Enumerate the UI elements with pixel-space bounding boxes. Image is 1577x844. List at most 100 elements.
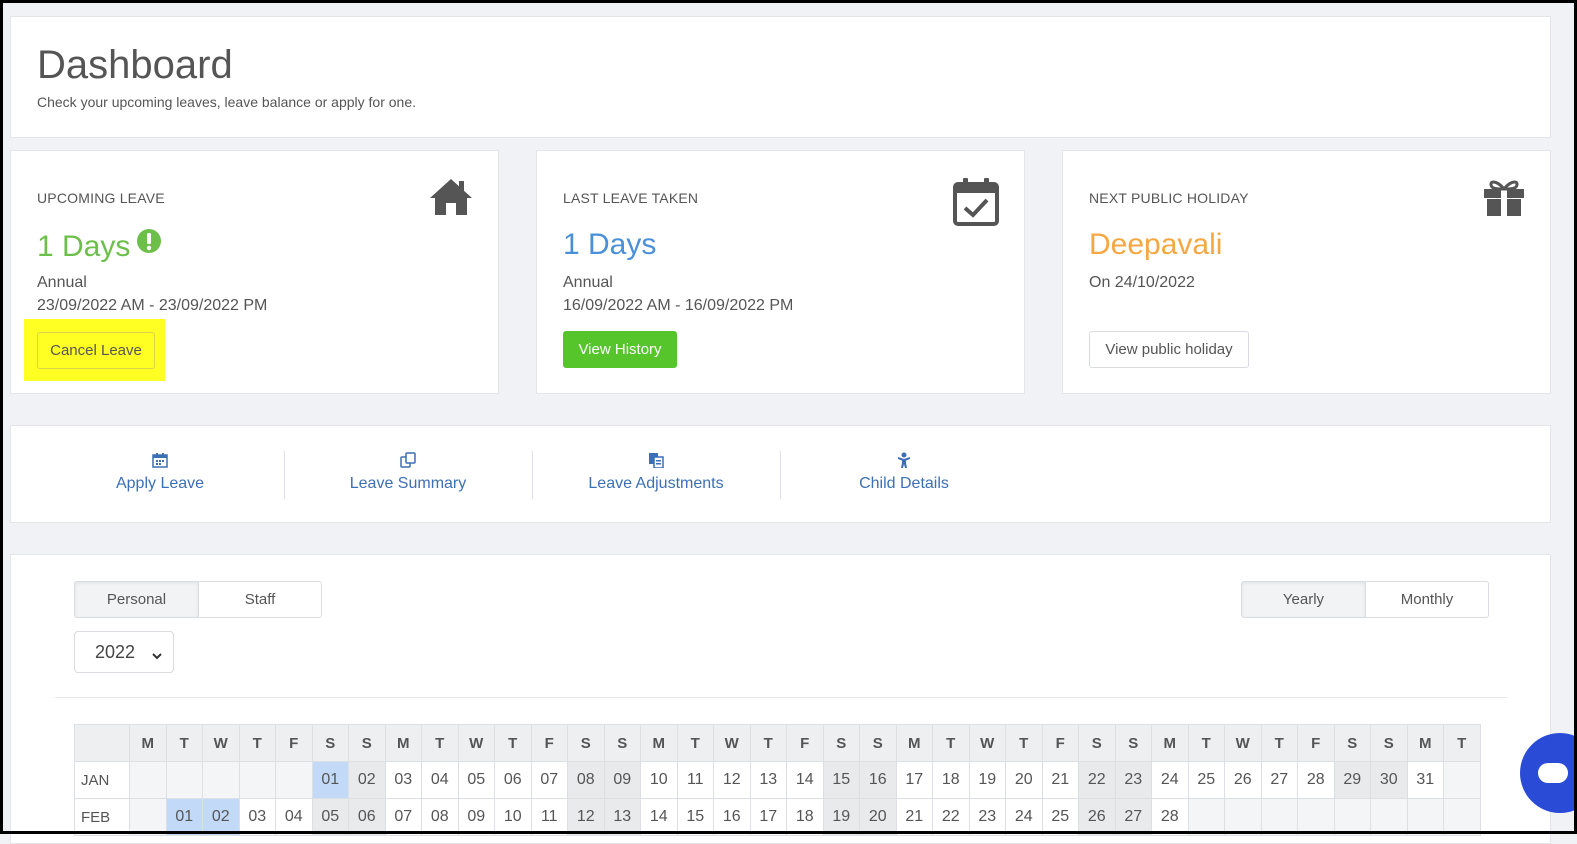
- calendar-day[interactable]: 09: [457, 798, 495, 836]
- calendar-day[interactable]: 15: [822, 761, 860, 799]
- page-header: Dashboard Check your upcoming leaves, le…: [10, 16, 1551, 138]
- calendar-day[interactable]: 09: [603, 761, 641, 799]
- leave-adjustments-link[interactable]: Leave Adjustments: [532, 452, 780, 498]
- calendar-day[interactable]: 01: [311, 761, 349, 799]
- staff-tab[interactable]: Staff: [198, 582, 321, 617]
- calendar-day[interactable]: 26: [1078, 798, 1116, 836]
- calendar-day[interactable]: 04: [275, 798, 313, 836]
- calendar-day[interactable]: 24: [1151, 761, 1189, 799]
- calendar-day[interactable]: 21: [1041, 761, 1079, 799]
- calendar-day[interactable]: 19: [968, 761, 1006, 799]
- calendar-day[interactable]: 20: [859, 798, 897, 836]
- weekday-header: F: [1297, 724, 1335, 762]
- calendar-day[interactable]: 10: [640, 761, 678, 799]
- calendar-day[interactable]: 31: [1406, 761, 1444, 799]
- apply-leave-link[interactable]: Apply Leave: [36, 452, 284, 498]
- yearly-tab[interactable]: Yearly: [1242, 582, 1365, 617]
- calendar-day[interactable]: 07: [384, 798, 422, 836]
- calendar-day[interactable]: 14: [786, 761, 824, 799]
- calendar-day[interactable]: 21: [895, 798, 933, 836]
- calendar-day[interactable]: 05: [457, 761, 495, 799]
- calendar-day[interactable]: 14: [640, 798, 678, 836]
- calendar-day[interactable]: 08: [421, 798, 459, 836]
- calendar-day[interactable]: 11: [530, 798, 568, 836]
- calendar-day[interactable]: 26: [1224, 761, 1262, 799]
- personal-tab[interactable]: Personal: [75, 582, 198, 617]
- calendar-day[interactable]: 25: [1041, 798, 1079, 836]
- weekday-header: S: [311, 724, 349, 762]
- calendar-day[interactable]: 02: [348, 761, 386, 799]
- card-label: LAST LEAVE TAKEN: [563, 190, 699, 206]
- calendar-day[interactable]: 22: [932, 798, 970, 836]
- last-leave-value: 1 Days: [563, 228, 657, 261]
- calendar-corner: [74, 724, 130, 762]
- calendar-day[interactable]: 22: [1078, 761, 1116, 799]
- calendar-day[interactable]: 01: [165, 798, 203, 836]
- calendar-day[interactable]: 27: [1260, 761, 1298, 799]
- calendar-day[interactable]: 23: [968, 798, 1006, 836]
- year-value: 2022: [95, 641, 136, 662]
- calendar-empty-cell: [1260, 798, 1298, 836]
- calendar-day[interactable]: 11: [676, 761, 714, 799]
- calendar-day[interactable]: 10: [494, 798, 532, 836]
- calendar-day[interactable]: 13: [603, 798, 641, 836]
- upcoming-leave-value: 1 Days: [37, 228, 162, 264]
- home-icon: [428, 177, 474, 222]
- weekday-header: W: [457, 724, 495, 762]
- calendar-empty-cell: [1443, 761, 1481, 799]
- calendar-day[interactable]: 18: [786, 798, 824, 836]
- calendar-day[interactable]: 27: [1114, 798, 1152, 836]
- calendar-day[interactable]: 06: [348, 798, 386, 836]
- calendar-day[interactable]: 02: [202, 798, 240, 836]
- leave-type: Annual: [37, 274, 87, 291]
- weekday-header: M: [640, 724, 678, 762]
- calendar-day[interactable]: 06: [494, 761, 532, 799]
- view-history-button[interactable]: View History: [563, 331, 677, 368]
- calendar-day[interactable]: 08: [567, 761, 605, 799]
- period-toggle: Yearly Monthly: [1241, 581, 1489, 618]
- weekday-header: T: [421, 724, 459, 762]
- year-select[interactable]: 2022: [74, 631, 174, 673]
- calendar-day[interactable]: 12: [713, 761, 751, 799]
- calendar-day[interactable]: 30: [1370, 761, 1408, 799]
- child-details-link[interactable]: Child Details: [780, 452, 1028, 498]
- calendar-day[interactable]: 24: [1005, 798, 1043, 836]
- calendar-day[interactable]: 28: [1297, 761, 1335, 799]
- weekday-header: S: [603, 724, 641, 762]
- calendar-day[interactable]: 17: [895, 761, 933, 799]
- calendar-day[interactable]: 03: [238, 798, 276, 836]
- exclamation-circle-icon: [136, 228, 162, 262]
- calendar-day[interactable]: 04: [421, 761, 459, 799]
- calendar-day[interactable]: 13: [749, 761, 787, 799]
- calendar-day[interactable]: 28: [1151, 798, 1189, 836]
- monthly-tab[interactable]: Monthly: [1365, 582, 1488, 617]
- calendar-empty-cell: [1443, 798, 1481, 836]
- calendar-day[interactable]: 29: [1333, 761, 1371, 799]
- weekday-header: T: [165, 724, 203, 762]
- calendar-day[interactable]: 17: [749, 798, 787, 836]
- holiday-date: On 24/10/2022: [1089, 274, 1195, 291]
- calendar-day[interactable]: 23: [1114, 761, 1152, 799]
- calendar-day[interactable]: 20: [1005, 761, 1043, 799]
- page-subtitle: Check your upcoming leaves, leave balanc…: [37, 94, 416, 110]
- gift-icon: [1482, 177, 1526, 222]
- calendar-day[interactable]: 16: [713, 798, 751, 836]
- calendar-day[interactable]: 25: [1187, 761, 1225, 799]
- calendar-day[interactable]: 07: [530, 761, 568, 799]
- calendar-day[interactable]: 15: [676, 798, 714, 836]
- calendar-day[interactable]: 05: [311, 798, 349, 836]
- leave-calendar-panel: Personal Staff Yearly Monthly 2022 MTWTF…: [10, 554, 1551, 844]
- calendar-day[interactable]: 03: [384, 761, 422, 799]
- calendar-empty-cell: [129, 761, 167, 799]
- calendar-day[interactable]: 12: [567, 798, 605, 836]
- weekday-header: F: [1041, 724, 1079, 762]
- calendar-day[interactable]: 16: [859, 761, 897, 799]
- apply-leave-label: Apply Leave: [115, 475, 205, 492]
- weekday-header: W: [1224, 724, 1262, 762]
- calendar-day[interactable]: 19: [822, 798, 860, 836]
- last-leave-card: LAST LEAVE TAKEN 1 Days Annual 16/09/202…: [536, 150, 1025, 394]
- calendar-day[interactable]: 18: [932, 761, 970, 799]
- view-public-holiday-button[interactable]: View public holiday: [1089, 331, 1249, 368]
- leave-summary-link[interactable]: Leave Summary: [284, 452, 532, 498]
- cancel-leave-button[interactable]: Cancel Leave: [37, 332, 155, 369]
